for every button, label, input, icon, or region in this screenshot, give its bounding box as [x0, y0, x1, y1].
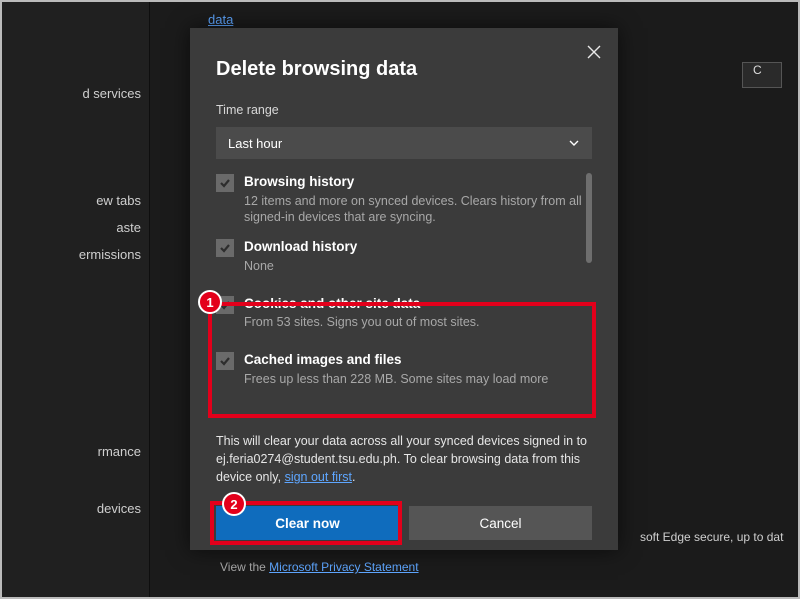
security-description: soft Edge secure, up to dat [640, 530, 783, 544]
data-link[interactable]: data [208, 12, 233, 27]
checkbox-cached-images[interactable] [216, 352, 234, 370]
options-scroll-area: Browsing history 12 items and more on sy… [216, 173, 592, 418]
privacy-prefix: View the [220, 560, 269, 574]
option-cookies: Cookies and other site data From 53 site… [216, 295, 592, 331]
annotation-badge-1: 1 [198, 290, 222, 314]
annotation-badge-2: 2 [222, 492, 246, 516]
sidebar-item[interactable]: rmance [0, 438, 149, 465]
clear-now-button[interactable]: Clear now [216, 506, 399, 540]
close-icon[interactable] [580, 38, 608, 66]
sidebar-item[interactable]: ermissions [0, 241, 149, 268]
option-title: Browsing history [244, 173, 592, 191]
sidebar-item[interactable]: aste [0, 214, 149, 241]
scrollbar-thumb[interactable] [586, 173, 592, 263]
cancel-button[interactable]: Cancel [409, 506, 592, 540]
checkbox-download-history[interactable] [216, 239, 234, 257]
privacy-statement-line: View the Microsoft Privacy Statement [220, 560, 419, 574]
choose-button[interactable]: C [742, 62, 782, 88]
time-range-select[interactable]: Last hour [216, 127, 592, 159]
checkbox-browsing-history[interactable] [216, 174, 234, 192]
dialog-title: Delete browsing data [190, 28, 618, 85]
option-description: None [244, 258, 357, 275]
option-description: Frees up less than 228 MB. Some sites ma… [244, 371, 548, 388]
sidebar-item[interactable]: devices [0, 495, 149, 522]
sidebar-item[interactable]: ew tabs [0, 187, 149, 214]
sign-out-link[interactable]: sign out first [285, 470, 352, 484]
option-title: Cookies and other site data [244, 295, 480, 313]
delete-browsing-data-dialog: Delete browsing data Time range Last hou… [190, 28, 618, 550]
privacy-statement-link[interactable]: Microsoft Privacy Statement [269, 560, 418, 574]
chevron-down-icon [568, 137, 580, 149]
option-download-history: Download history None [216, 238, 592, 274]
settings-sidebar: d services ew tabs aste ermissions rmanc… [0, 0, 150, 599]
time-range-value: Last hour [228, 136, 282, 151]
sidebar-item[interactable]: d services [0, 80, 149, 107]
sync-warning-note: This will clear your data across all you… [216, 432, 592, 486]
option-title: Cached images and files [244, 351, 548, 369]
note-suffix: . [352, 470, 355, 484]
option-browsing-history: Browsing history 12 items and more on sy… [216, 173, 592, 226]
option-cached-images: Cached images and files Frees up less th… [216, 351, 592, 387]
option-title: Download history [244, 238, 357, 256]
time-range-label: Time range [190, 85, 618, 123]
note-text: This will clear your data across all you… [216, 434, 587, 484]
option-description: 12 items and more on synced devices. Cle… [244, 193, 592, 227]
option-description: From 53 sites. Signs you out of most sit… [244, 314, 480, 331]
